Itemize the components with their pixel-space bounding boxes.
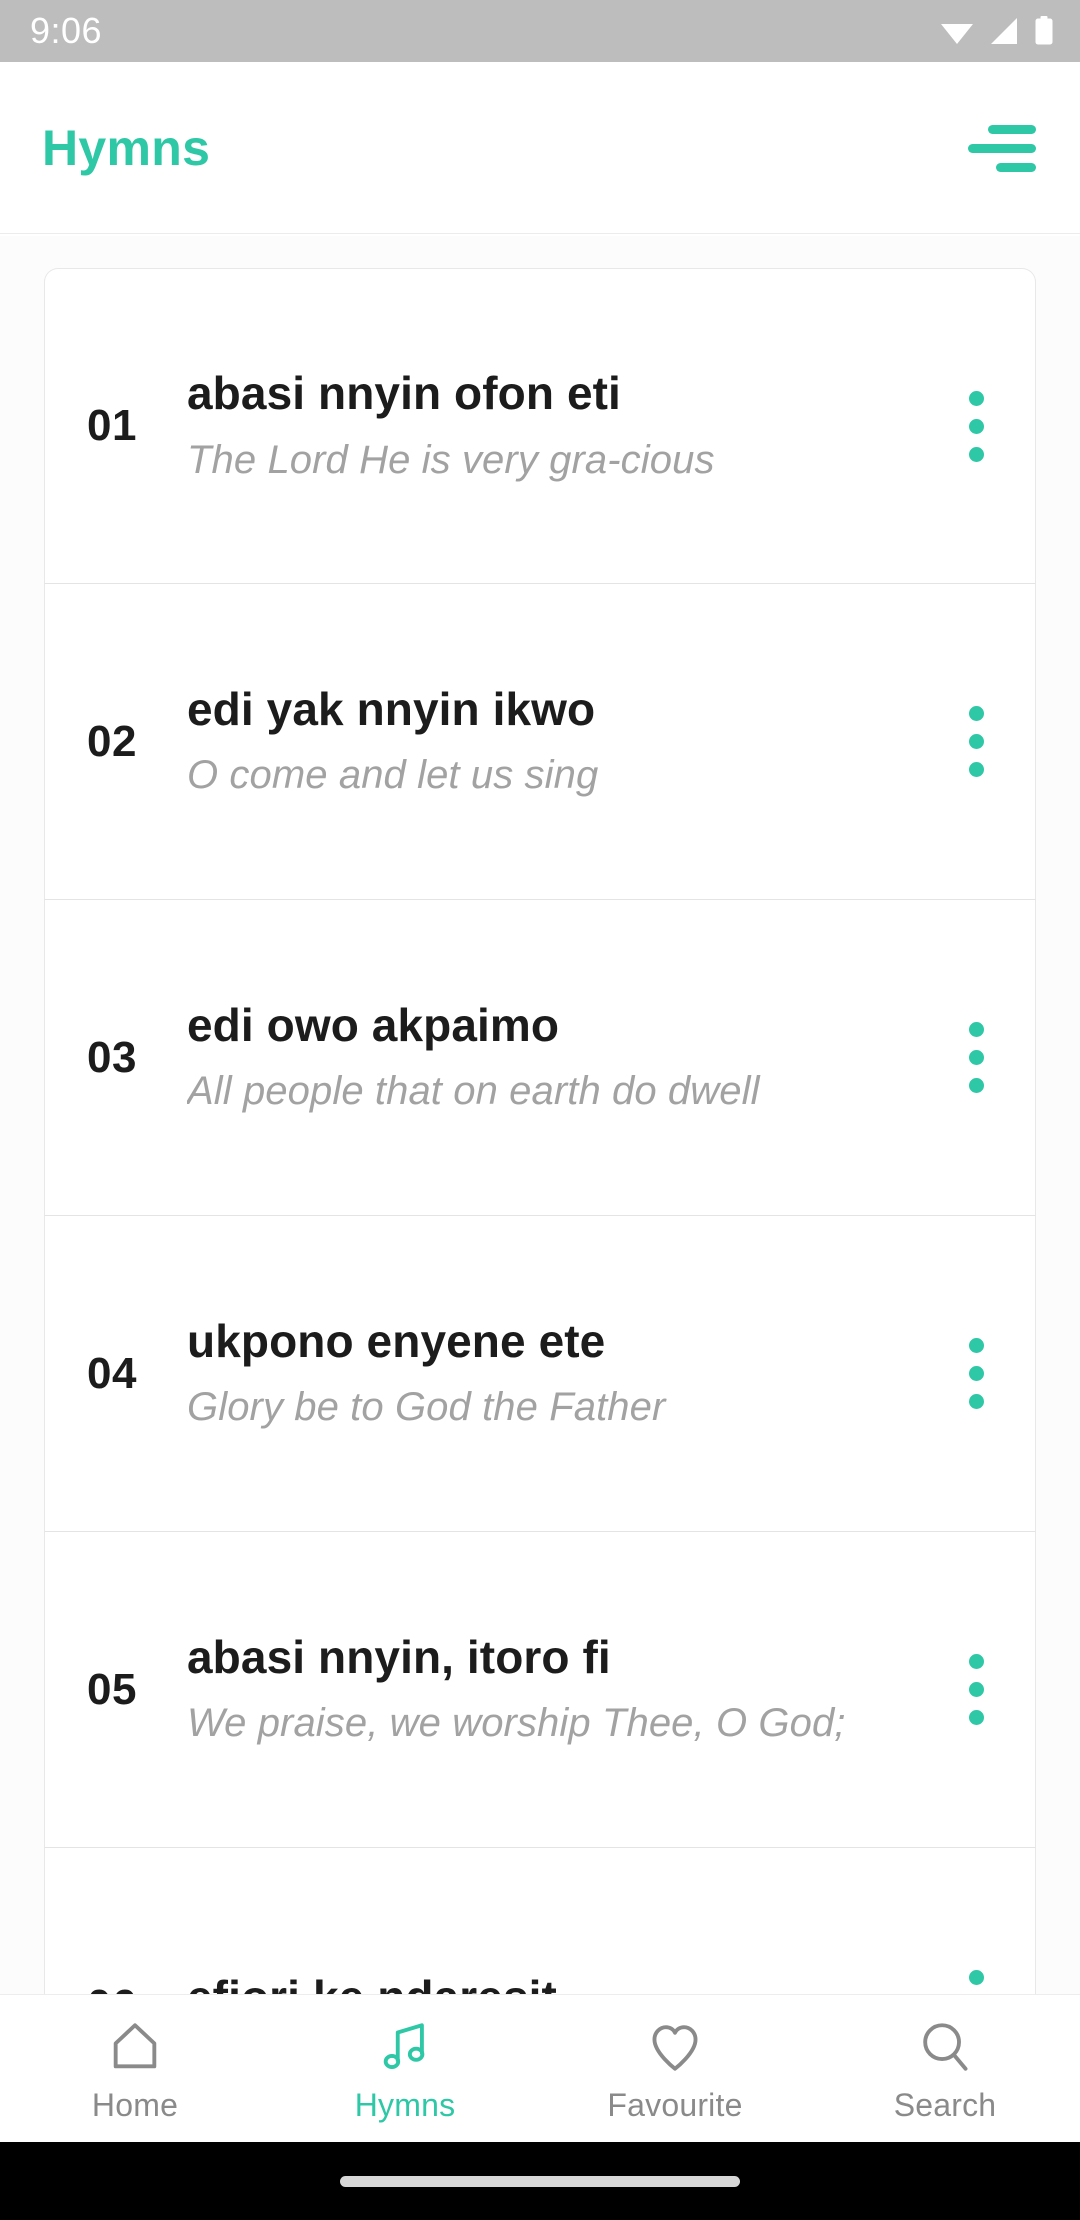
hymn-list-item[interactable]: 03 edi owo akpaimo All people that on eart… xyxy=(44,900,1036,1216)
hymn-list[interactable]: 01 abasi nnyin ofon eti The Lord He is ver… xyxy=(0,236,1080,2032)
status-bar: 9:06 xyxy=(0,0,1080,62)
bottom-navigation: Home Hymns Favourite Search xyxy=(0,1994,1080,2142)
more-vertical-icon[interactable] xyxy=(945,699,1007,785)
hymn-number: 02 xyxy=(87,716,137,766)
nav-item-favourite[interactable]: Favourite xyxy=(540,2016,810,2121)
hymn-title: abasi nnyin ofon eti xyxy=(187,368,621,420)
hymn-number: 04 xyxy=(87,1348,137,1398)
more-vertical-icon[interactable] xyxy=(945,1647,1007,1733)
page-title: Hymns xyxy=(42,119,211,176)
hymn-text-block: edi owo akpaimo All people that on earth … xyxy=(173,1000,945,1116)
nav-item-hymns[interactable]: Hymns xyxy=(270,2016,540,2121)
hymn-subtitle: We praise, we worship Thee, O God; xyxy=(187,1701,846,1746)
signal-icon xyxy=(991,18,1017,44)
hymn-subtitle: Glory be to God the Father xyxy=(187,1385,666,1430)
hymn-number: 05 xyxy=(87,1664,137,1714)
hymn-title: abasi nnyin, itoro fi xyxy=(187,1631,611,1683)
hymn-text-block: abasi nnyin, itoro fi We praise, we worsh… xyxy=(173,1632,945,1748)
hymn-text-block: ukpono enyene ete Glory be to God the Fat… xyxy=(173,1316,945,1432)
hymn-number: 03 xyxy=(87,1032,137,1082)
more-vertical-icon[interactable] xyxy=(945,1331,1007,1417)
gesture-bar xyxy=(0,2142,1080,2220)
status-icons xyxy=(940,16,1054,46)
nav-item-home[interactable]: Home xyxy=(0,2016,270,2121)
music-note-icon xyxy=(374,2016,436,2078)
hymn-list-item[interactable]: 05 abasi nnyin, itoro fi We praise, we wor… xyxy=(44,1532,1036,1848)
search-icon xyxy=(914,2016,976,2078)
nav-label: Hymns xyxy=(354,2087,456,2123)
app-screen: 9:06 Hymns 01 abasi nnyin ofon eti The Lor… xyxy=(0,0,1080,2220)
app-bar: Hymns xyxy=(0,62,1080,234)
hymn-text-block: edi yak nnyin ikwo O come and let us sing xyxy=(173,684,945,800)
more-vertical-icon[interactable] xyxy=(945,1015,1007,1101)
wifi-icon xyxy=(941,24,973,44)
nav-label: Home xyxy=(91,2087,179,2123)
hymn-text-block: abasi nnyin ofon eti The Lord He is very … xyxy=(173,368,945,484)
hymn-title: ukpono enyene ete xyxy=(187,1315,606,1367)
status-time: 9:06 xyxy=(30,10,103,51)
gesture-pill[interactable] xyxy=(340,2175,740,2187)
heart-icon xyxy=(644,2016,706,2078)
hymn-title: edi owo akpaimo xyxy=(187,999,560,1051)
hamburger-menu-icon[interactable] xyxy=(966,123,1036,173)
nav-label: Search xyxy=(893,2087,997,2123)
hymn-title: edi yak nnyin ikwo xyxy=(187,683,596,735)
hymn-subtitle: The Lord He is very gra-cious xyxy=(187,437,715,482)
hymn-list-item[interactable]: 04 ukpono enyene ete Glory be to God the F… xyxy=(44,1216,1036,1532)
battery-icon xyxy=(1035,16,1053,45)
more-vertical-icon[interactable] xyxy=(945,383,1007,469)
hymn-subtitle: All people that on earth do dwell xyxy=(187,1069,760,1114)
hymn-list-item[interactable]: 01 abasi nnyin ofon eti The Lord He is ver… xyxy=(44,268,1036,584)
hymn-subtitle: O come and let us sing xyxy=(187,753,599,798)
nav-label: Favourite xyxy=(607,2087,743,2123)
hymn-number: 01 xyxy=(87,401,137,450)
nav-item-search[interactable]: Search xyxy=(810,2016,1080,2121)
hymn-list-item[interactable]: 02 edi yak nnyin ikwo O come and let us si… xyxy=(44,584,1036,900)
home-icon xyxy=(104,2016,166,2078)
